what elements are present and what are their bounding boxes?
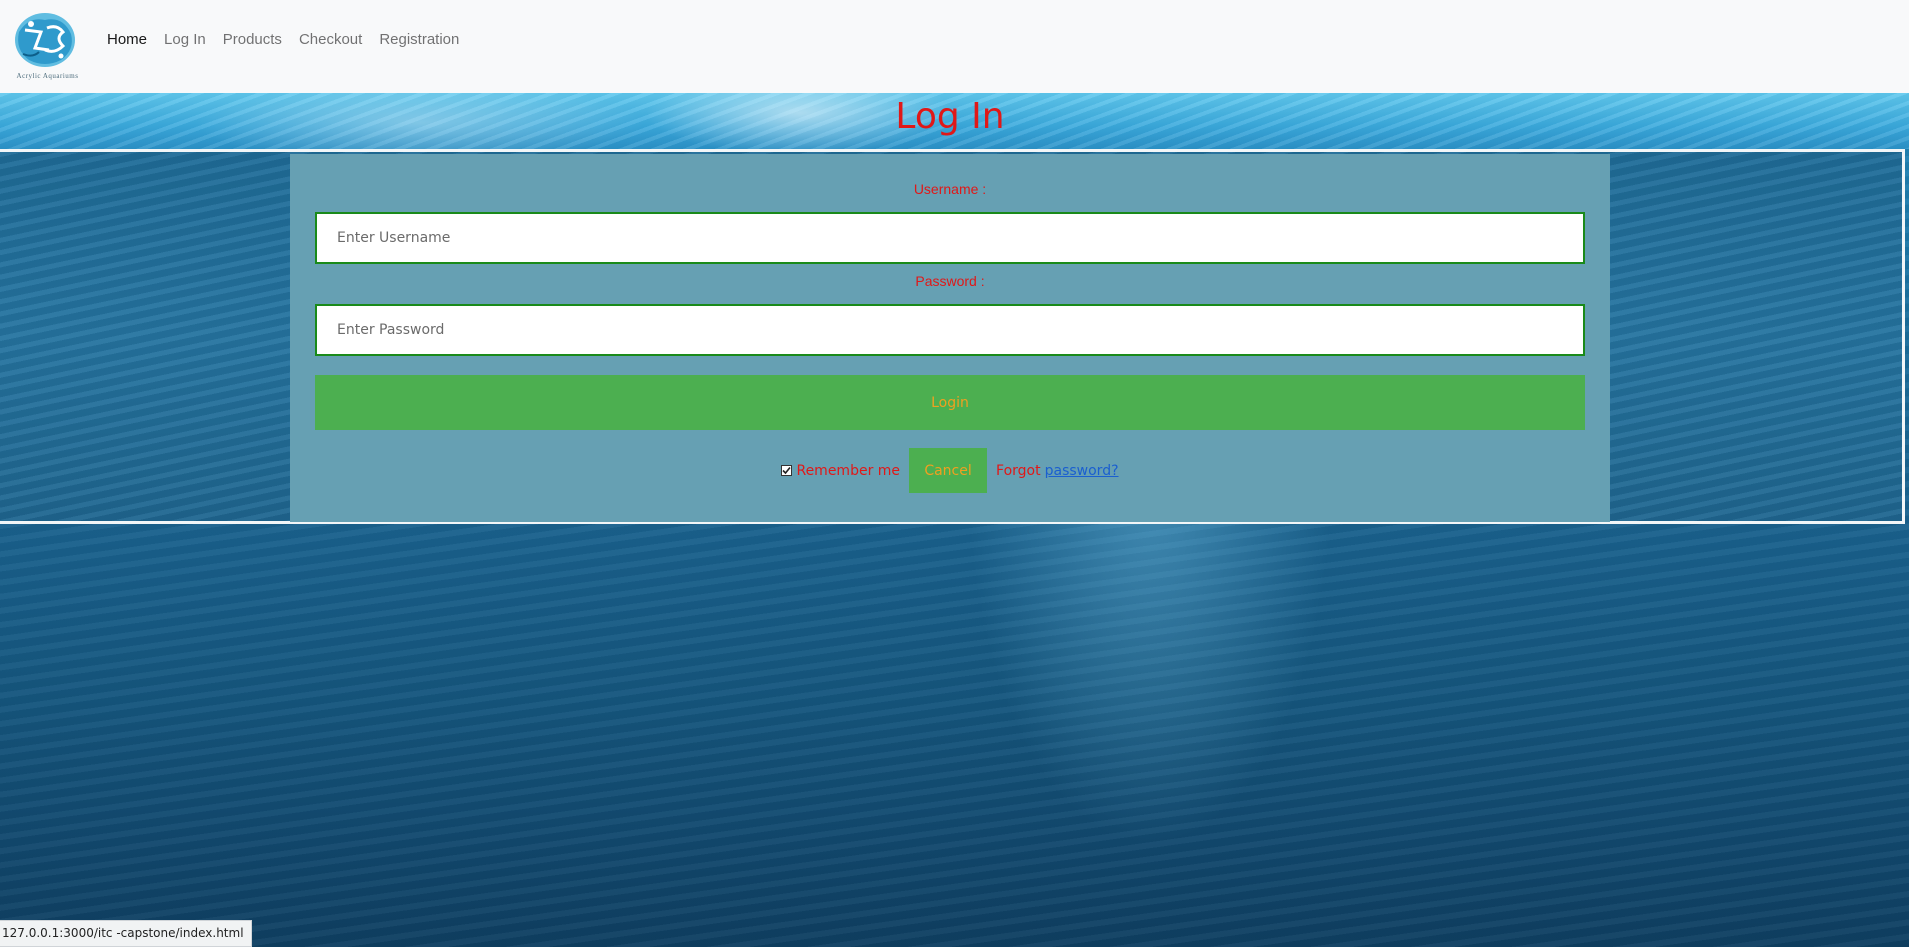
remember-label: Remember me — [796, 462, 901, 479]
cancel-button[interactable]: Cancel — [909, 448, 988, 493]
remember-checkbox[interactable] — [781, 465, 793, 476]
navbar: Acrylic Aquariums Home Log In Products C… — [0, 0, 1909, 93]
page-title: Log In — [895, 96, 1005, 137]
login-section: Username : Password : Login Remember me … — [0, 149, 1905, 524]
login-button[interactable]: Login — [315, 375, 1585, 430]
forgot-text: Forgot — [996, 462, 1041, 479]
logo-text: Acrylic Aquariums — [16, 72, 79, 80]
brand-logo[interactable]: Acrylic Aquariums — [5, 10, 85, 80]
nav-products[interactable]: Products — [223, 31, 282, 48]
nav-checkout[interactable]: Checkout — [299, 31, 362, 48]
check-icon — [782, 466, 792, 475]
nav-registration[interactable]: Registration — [379, 31, 459, 48]
nav-log-in[interactable]: Log In — [164, 31, 206, 48]
nav-links: Home Log In Products Checkout Registrati… — [107, 31, 476, 48]
username-input[interactable] — [315, 212, 1585, 264]
username-label: Username : — [913, 181, 987, 197]
password-label: Password : — [915, 273, 985, 289]
password-input[interactable] — [315, 304, 1585, 356]
forgot-password-link[interactable]: password? — [1045, 463, 1119, 479]
status-bar-url: 127.0.0.1:3000/itc -capstone/index.html — [0, 920, 252, 947]
login-form: Username : Password : Login Remember me … — [290, 154, 1610, 522]
form-footer-row: Remember me Cancel Forgot password? — [290, 448, 1610, 493]
nav-home[interactable]: Home — [107, 31, 147, 48]
